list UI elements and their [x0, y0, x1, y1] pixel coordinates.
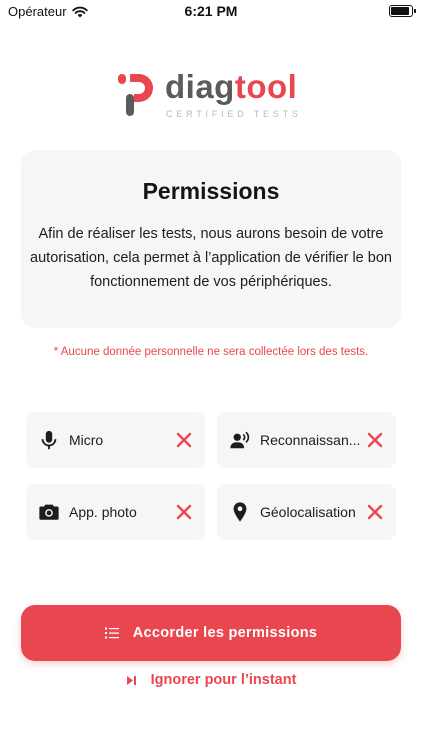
logo-word-diag: diag: [165, 68, 235, 105]
permission-label: App. photo: [69, 504, 137, 520]
status-bar: Opérateur 6:21 PM: [0, 0, 422, 24]
logo-wordmark: diagtool: [165, 68, 297, 106]
logo-word-tool: tool: [234, 68, 298, 105]
checklist-icon: [104, 627, 119, 639]
permission-tile-recognition[interactable]: Reconnaissan...: [217, 412, 396, 468]
permissions-description: Afin de réaliser les tests, nous aurons …: [30, 226, 392, 290]
logo-mark-icon: [118, 74, 153, 116]
skip-icon: [126, 675, 136, 685]
camera-icon: [39, 504, 59, 520]
close-icon: [176, 432, 192, 448]
battery-level: [391, 7, 409, 15]
app-logo: diagtool CERTIFIED TESTS: [117, 68, 317, 125]
grant-permissions-label: Accorder les permissions: [132, 625, 318, 641]
voice-recognition-icon: [230, 431, 250, 449]
skip-label: Ignorer pour l’instant: [150, 672, 297, 688]
close-icon: [176, 504, 192, 520]
grant-permissions-button[interactable]: Accorder les permissions: [21, 605, 401, 661]
logo-tagline: CERTIFIED TESTS: [166, 109, 302, 119]
close-icon: [367, 432, 383, 448]
microphone-icon: [41, 430, 57, 450]
permission-label: Micro: [69, 432, 104, 448]
status-time: 6:21 PM: [184, 3, 238, 19]
page-title: Permissions: [142, 178, 280, 204]
skip-link[interactable]: Ignorer pour l’instant: [0, 672, 422, 688]
permission-tile-micro[interactable]: Micro: [26, 412, 205, 468]
location-pin-icon: [233, 502, 247, 522]
privacy-notice: * Aucune donnée personnelle ne sera coll…: [53, 346, 369, 358]
close-icon: [367, 504, 383, 520]
permission-tile-location[interactable]: Géolocalisation: [217, 484, 396, 540]
battery-icon: [389, 5, 416, 17]
permission-label: Géolocalisation: [260, 504, 356, 520]
permission-label: Reconnaissan...: [260, 432, 361, 448]
permission-tile-camera[interactable]: App. photo: [26, 484, 205, 540]
